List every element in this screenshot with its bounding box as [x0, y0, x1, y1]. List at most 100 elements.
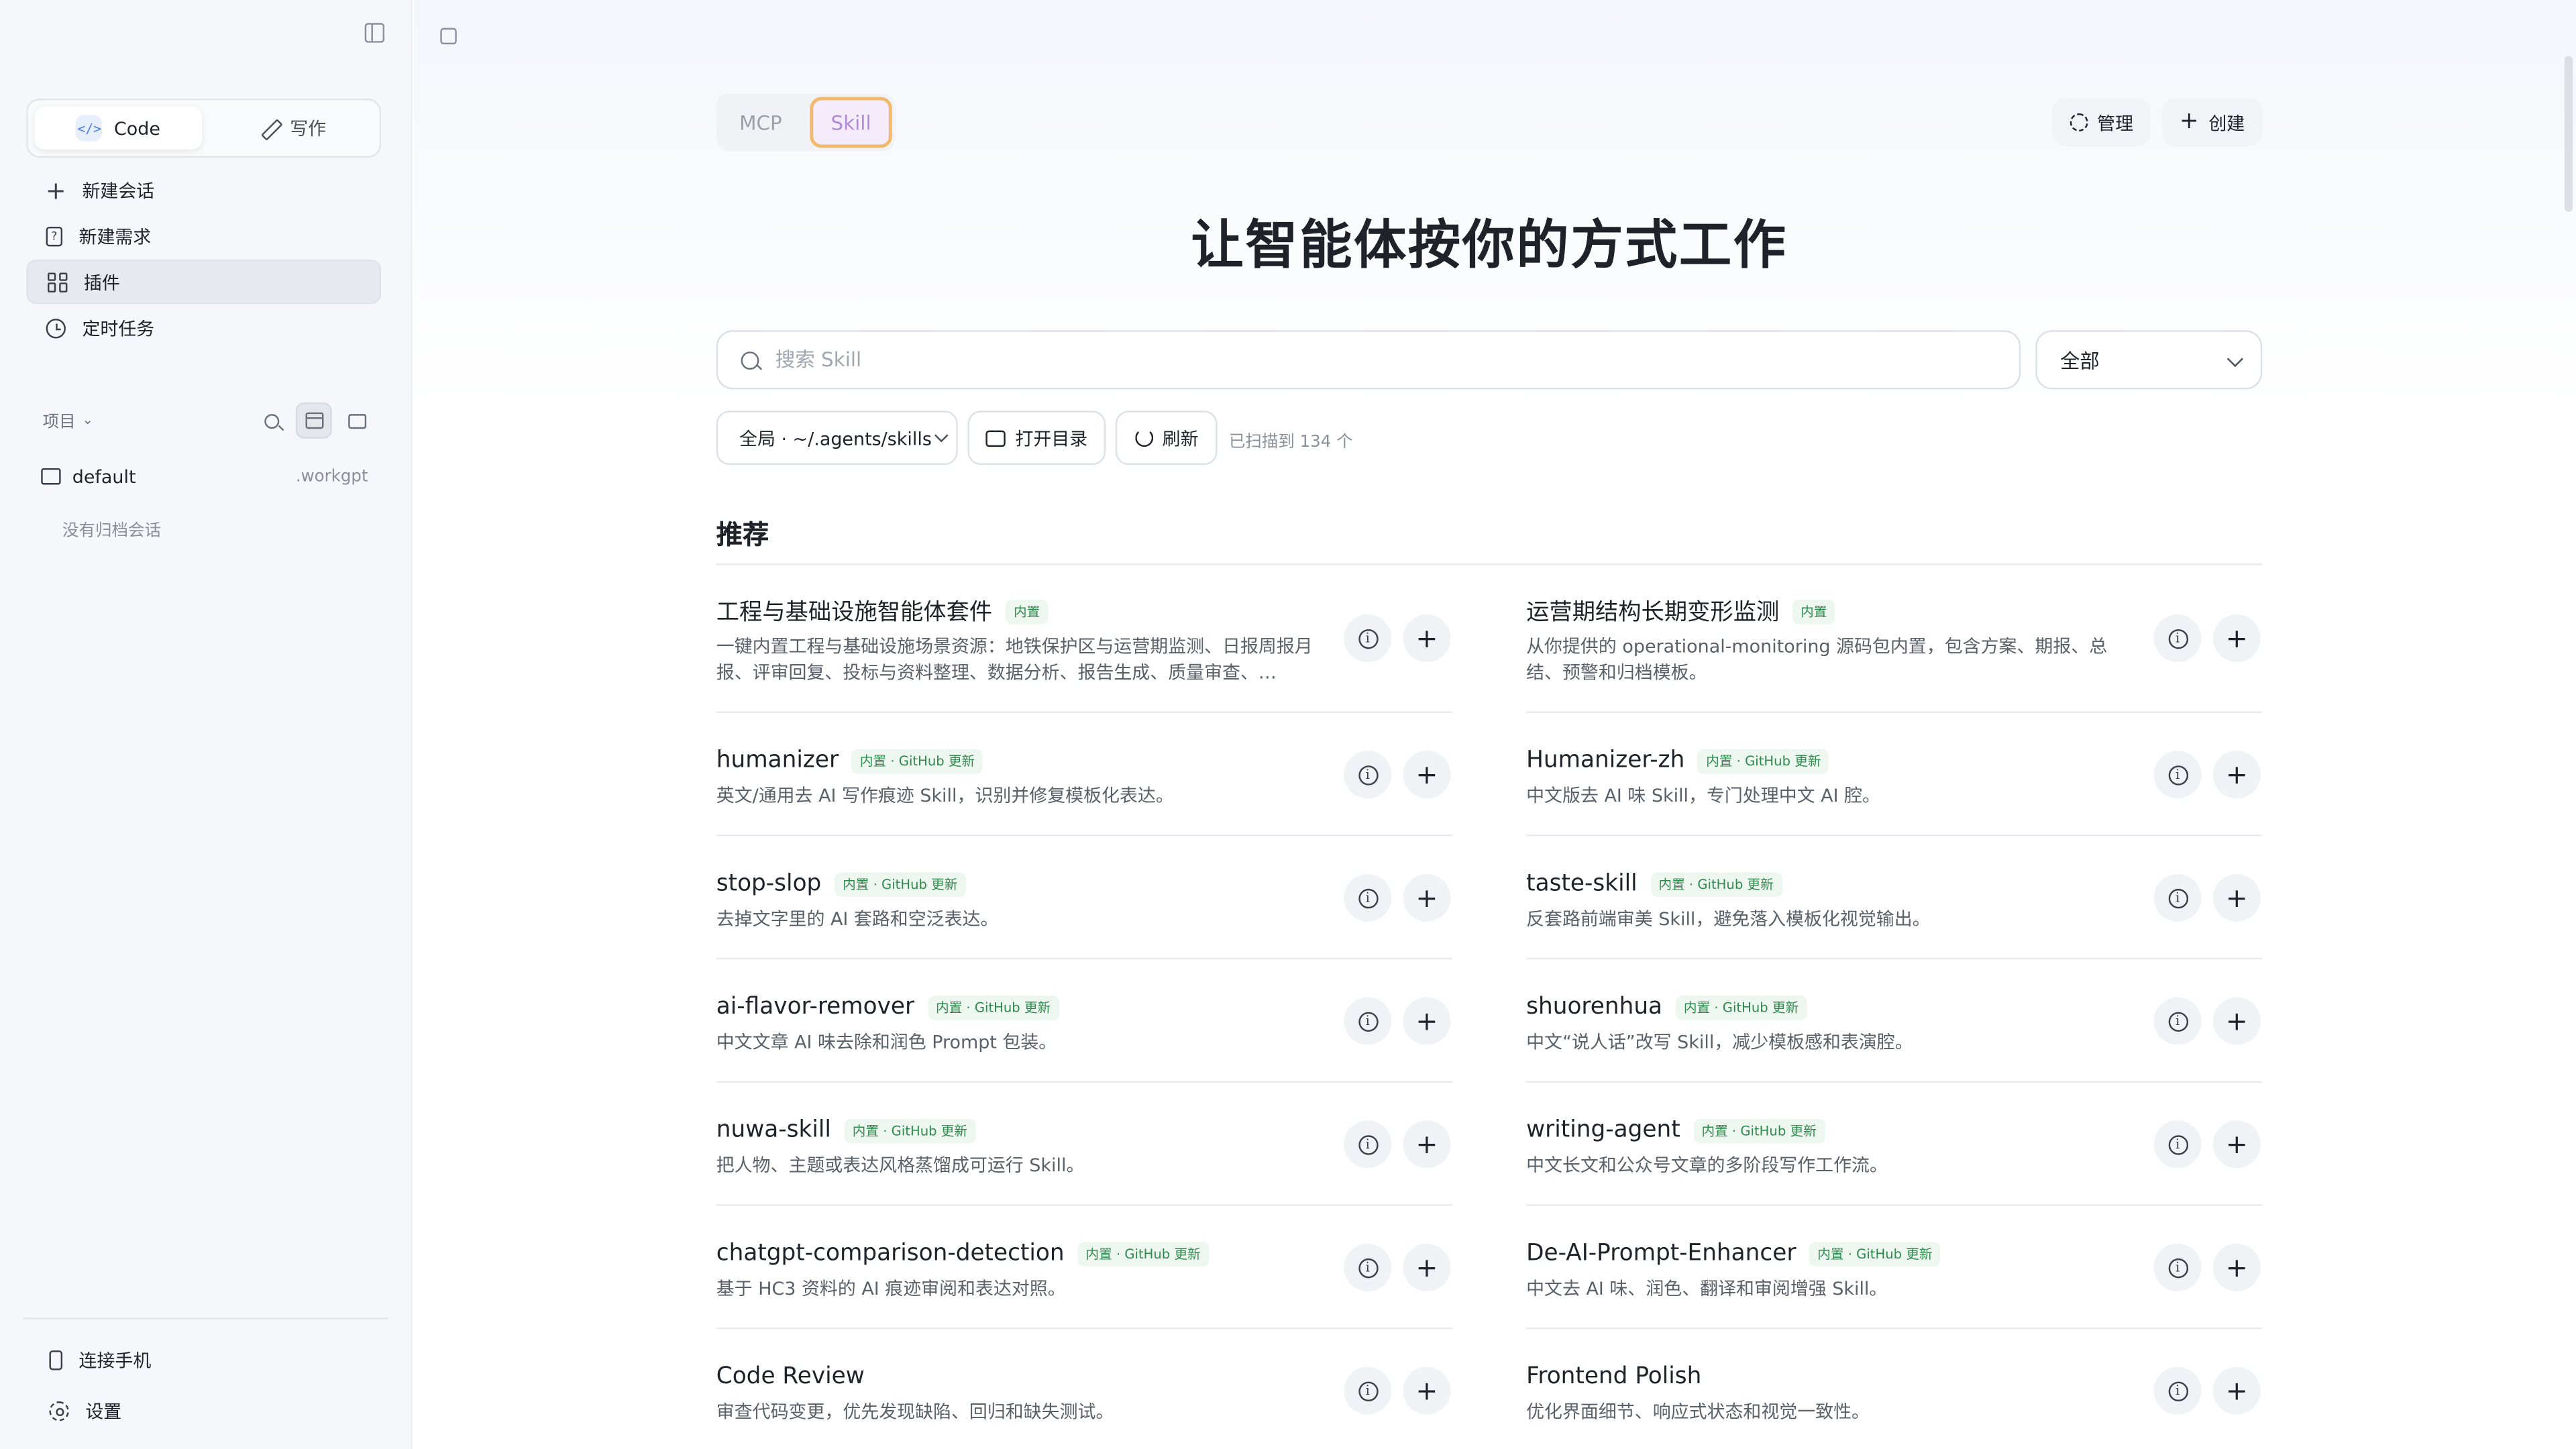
skill-add-button[interactable]: +: [1403, 751, 1451, 799]
plus-icon: +: [2179, 108, 2199, 135]
skill-name: taste-skill: [1526, 870, 1638, 898]
skill-info-button[interactable]: i: [1344, 997, 1392, 1045]
divider: [716, 1327, 1452, 1330]
tab-mcp[interactable]: MCP: [720, 97, 802, 148]
skill-info-button[interactable]: i: [2153, 1366, 2202, 1415]
skill-description: 英文/通用去 AI 写作痕迹 Skill，识别并修复模板化表达。: [716, 785, 1174, 807]
sidebar-item-new-chat[interactable]: 新建会话: [26, 168, 381, 212]
info-icon: i: [1358, 1381, 1378, 1401]
skill-description: 去掉文字里的 AI 套路和空泛表达。: [716, 908, 999, 930]
skill-name: 运营期结构长期变形监测: [1526, 599, 1780, 627]
skill-card[interactable]: stop-slop 内置 · GitHub 更新去掉文字里的 AI 套路和空泛表达…: [716, 867, 1452, 933]
skill-add-button[interactable]: +: [2212, 997, 2261, 1045]
mode-tab-code[interactable]: </> Code: [34, 107, 203, 150]
skill-name: 工程与基础设施智能体套件: [716, 599, 993, 627]
skill-info-button[interactable]: i: [2153, 873, 2202, 922]
skill-add-button[interactable]: +: [1403, 614, 1451, 662]
skill-info-button[interactable]: i: [1344, 1120, 1392, 1169]
skill-card[interactable]: 运营期结构长期变形监测 内置 从你提供的 operational-monitorin…: [1526, 595, 2262, 687]
create-button[interactable]: + 创建: [2161, 98, 2263, 146]
skill-card[interactable]: ai-flavor-remover 内置 · GitHub 更新 中文文章 AI 味…: [716, 991, 1452, 1057]
gear-icon: [2069, 113, 2088, 131]
divider: [23, 1318, 388, 1320]
mode-tab-label: 写作: [290, 118, 327, 140]
new-folder-button[interactable]: [338, 402, 374, 439]
skill-card[interactable]: Frontend Polish 优化界面细节、响应式状态和视觉一致性。: [1526, 1360, 2262, 1426]
open-directory-button[interactable]: 打开目录: [967, 411, 1106, 466]
skill-card[interactable]: writing-agent 内置 · GitHub 更新 中文长文和公众号文章的多阶…: [1526, 1114, 2262, 1179]
divider: [716, 711, 1452, 713]
refresh-button[interactable]: 刷新: [1115, 411, 1218, 466]
sidebar-toggle-icon[interactable]: [364, 23, 385, 43]
skill-add-button[interactable]: +: [2212, 873, 2261, 922]
plus-icon: +: [1415, 1250, 1438, 1283]
skill-card[interactable]: chatgpt-comparison-detection 内置 · GitHub …: [716, 1237, 1452, 1303]
scrollbar[interactable]: [2564, 56, 2573, 212]
refresh-label: 刷新: [1162, 427, 1199, 449]
empty-archive-note: 没有归档会话: [62, 522, 162, 541]
skill-card[interactable]: 工程与基础设施智能体套件 内置 一键内置工程与基础设施场景资源：地铁保护区与运营期监…: [716, 595, 1452, 687]
plus-icon: +: [1415, 881, 1438, 913]
skill-name: Humanizer-zh: [1526, 747, 1685, 774]
sidebar-item-label: 新建会话: [82, 180, 155, 202]
skill-name: chatgpt-comparison-detection: [716, 1240, 1065, 1267]
sidebar-item-scheduled-tasks[interactable]: 定时任务: [26, 306, 381, 350]
skill-add-button[interactable]: +: [1403, 997, 1451, 1045]
skill-info-button[interactable]: i: [2153, 614, 2202, 662]
skill-add-button[interactable]: +: [2212, 751, 2261, 799]
scope-select[interactable]: 全局 · ~/.agents/skills: [716, 411, 958, 466]
skill-description: 优化界面细节、响应式状态和视觉一致性。: [1526, 1401, 1870, 1423]
skill-add-button[interactable]: +: [2212, 614, 2261, 662]
sidebar-item-new-requirement[interactable]: ? 新建需求: [26, 213, 381, 258]
skill-info-button[interactable]: i: [2153, 1243, 2202, 1291]
mcp-skill-tabs: MCP Skill: [716, 93, 896, 152]
skill-card[interactable]: shuorenhua 内置 · GitHub 更新 中文“说人话”改写 Skill，…: [1526, 991, 2262, 1057]
skill-add-button[interactable]: +: [1403, 1120, 1451, 1169]
skill-info-button[interactable]: i: [2153, 1120, 2202, 1169]
skill-card[interactable]: Code Review 审查代码变更，优先发现缺陷、回归和缺失测试。: [716, 1360, 1452, 1426]
skill-card[interactable]: taste-skill 内置 · GitHub 更新 反套路前端审美 Skill，避…: [1526, 867, 2262, 933]
skill-info-button[interactable]: i: [1344, 1243, 1392, 1291]
pen-icon: [259, 118, 278, 138]
divider: [716, 1081, 1452, 1083]
skill-add-button[interactable]: +: [2212, 1366, 2261, 1415]
info-icon: i: [2167, 888, 2188, 908]
tab-skill[interactable]: Skill: [810, 97, 892, 148]
connect-phone-button[interactable]: 连接手机: [49, 1347, 151, 1373]
project-search-button[interactable]: [253, 402, 289, 439]
skill-description: 审查代码变更，优先发现缺陷、回归和缺失测试。: [716, 1401, 1114, 1423]
skill-card[interactable]: nuwa-skill 内置 · GitHub 更新 把人物、主题或表达风格蒸馏成可运…: [716, 1114, 1452, 1179]
archive-button[interactable]: [295, 402, 332, 439]
skill-add-button[interactable]: +: [2212, 1243, 2261, 1291]
category-filter-select[interactable]: 全部: [2035, 330, 2263, 390]
skill-info-button[interactable]: i: [1344, 751, 1392, 799]
sidebar-item-plugins[interactable]: 插件: [26, 259, 382, 305]
skill-add-button[interactable]: +: [1403, 1243, 1451, 1291]
skill-add-button[interactable]: +: [1403, 1366, 1451, 1415]
skill-title-row: Frontend Polish: [1526, 1360, 2262, 1393]
skill-info-button[interactable]: i: [2153, 751, 2202, 799]
skill-badge: 内置 · GitHub 更新: [834, 871, 966, 896]
project-folder[interactable]: default .workgpt: [26, 460, 381, 493]
skill-card[interactable]: humanizer 内置 · GitHub 更新 英文/通用去 AI 写作痕迹 Sk…: [716, 744, 1452, 810]
skill-add-button[interactable]: +: [1403, 873, 1451, 922]
skill-name: stop-slop: [716, 870, 822, 898]
info-icon: i: [2167, 765, 2188, 785]
settings-button[interactable]: 设置: [49, 1398, 121, 1424]
search-input[interactable]: [775, 348, 1926, 372]
skill-badge: 内置 · GitHub 更新: [844, 1118, 976, 1143]
skill-info-button[interactable]: i: [1344, 614, 1392, 662]
skill-info-button[interactable]: i: [1344, 1366, 1392, 1415]
open-directory-label: 打开目录: [1015, 427, 1088, 449]
skill-title-row: 工程与基础设施智能体套件 内置: [716, 595, 1452, 628]
skill-search: [716, 330, 2021, 390]
projects-dropdown[interactable]: 项目 ⌄: [43, 407, 93, 432]
panel-toggle-icon[interactable]: [440, 28, 457, 45]
mode-tab-writing[interactable]: 写作: [209, 107, 376, 150]
skill-card[interactable]: Humanizer-zh 内置 · GitHub 更新 中文版去 AI 味 Skil…: [1526, 744, 2262, 810]
skill-add-button[interactable]: +: [2212, 1120, 2261, 1169]
manage-button[interactable]: 管理: [2051, 98, 2151, 146]
skill-info-button[interactable]: i: [2153, 997, 2202, 1045]
skill-card[interactable]: De-AI-Prompt-Enhancer 内置 · GitHub 更新 中文去 A…: [1526, 1237, 2262, 1303]
skill-info-button[interactable]: i: [1344, 873, 1392, 922]
